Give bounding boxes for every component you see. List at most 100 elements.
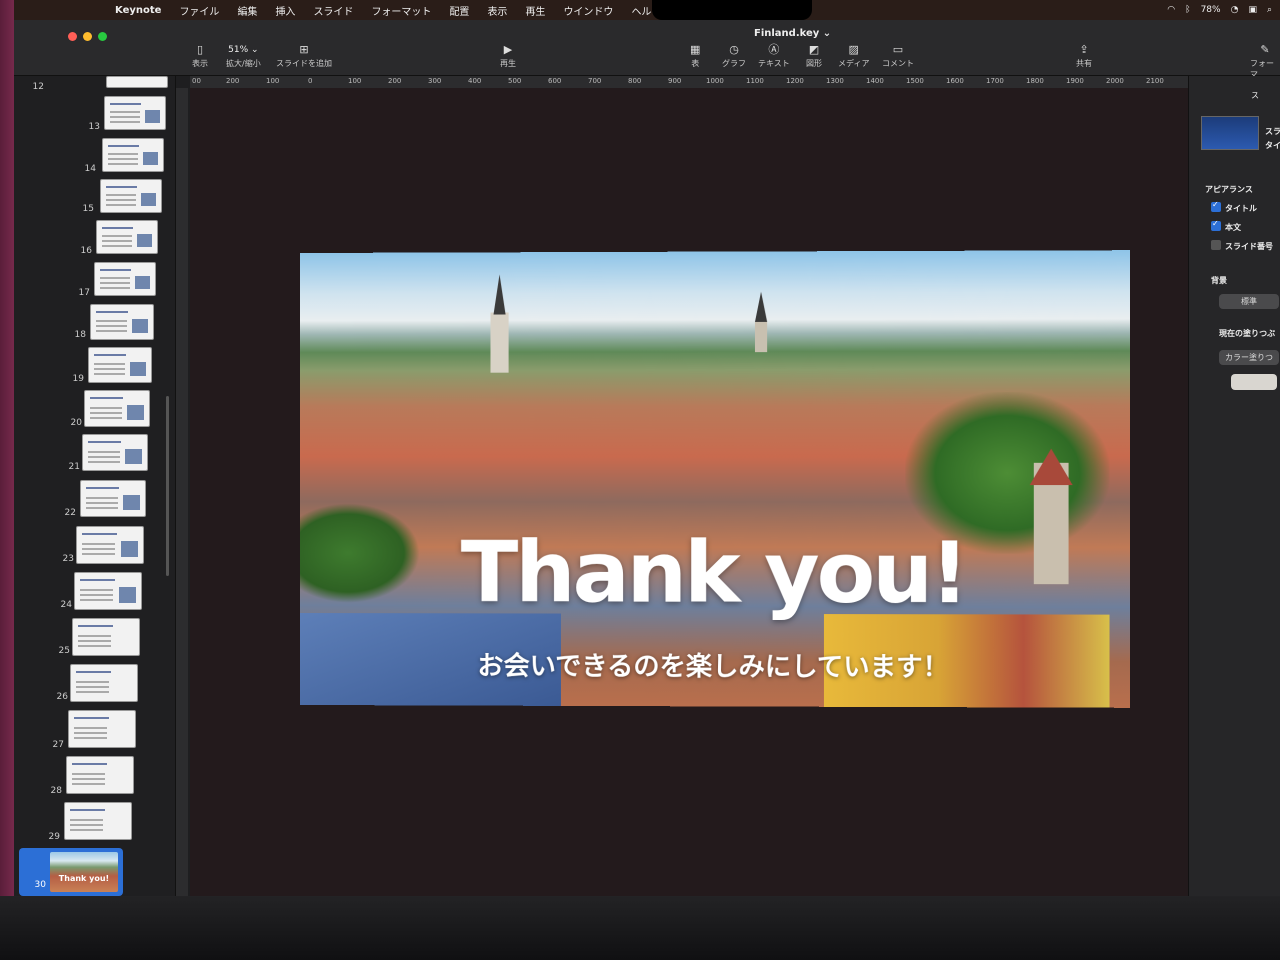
slide-number: 18: [74, 330, 86, 340]
slide-layout-name[interactable]: タイ: [1265, 140, 1280, 151]
screen: Keynote ファイル 編集 挿入 スライド フォーマット 配置 表示 再生 …: [14, 0, 1280, 896]
slide-number: 17: [78, 288, 90, 298]
slide-thumbnail-27[interactable]: [68, 710, 136, 748]
photo-tower-roof: [1029, 448, 1073, 486]
thumbnail-title: Thank you!: [58, 874, 110, 883]
slide-number: 23: [62, 554, 74, 564]
slide-number: 25: [58, 646, 70, 656]
slide-thumbnail-15[interactable]: [100, 179, 162, 213]
minimize-button[interactable]: [83, 32, 92, 41]
slide-number: 15: [82, 204, 94, 214]
slide-thumbnail-20[interactable]: [84, 390, 150, 427]
slide-number: 21: [68, 462, 80, 472]
horizontal-ruler: 00 200 100 0 100 200 300 400 500 600 700…: [190, 76, 1280, 88]
slide-number: 24: [60, 600, 72, 610]
slide-number: 27: [52, 740, 64, 750]
input-method-icon[interactable]: ▣: [1248, 5, 1257, 15]
zoom-menu[interactable]: 51% ⌄ 拡大/縮小: [226, 42, 261, 69]
slide-number-checkbox[interactable]: [1211, 240, 1221, 250]
body-checkbox[interactable]: [1211, 219, 1221, 231]
comment-button[interactable]: ▭ コメント: [882, 42, 914, 69]
slide-thumbnail-24[interactable]: [74, 572, 142, 610]
slide-thumbnail-23[interactable]: [76, 526, 144, 564]
slide-thumbnail-16[interactable]: [96, 220, 158, 254]
slide-thumbnail-18[interactable]: [90, 304, 154, 340]
slide-number: 26: [56, 692, 68, 702]
wifi-icon[interactable]: ◔: [1231, 5, 1239, 15]
slide-thumbnail-12[interactable]: [106, 76, 168, 88]
slide-number: 29: [48, 832, 60, 842]
menu-window[interactable]: ウインドウ: [563, 3, 613, 18]
menu-edit[interactable]: 編集: [237, 3, 257, 18]
slide-subtitle[interactable]: お会いできるのを楽しみにしています！: [300, 645, 1130, 685]
share-icon: ⇪: [1079, 43, 1089, 56]
chart-button[interactable]: ◷ グラフ: [722, 42, 746, 69]
selected-slide-number: 30: [34, 880, 46, 890]
appearance-heading: アピアランス: [1205, 185, 1253, 194]
slide-thumbnail-28[interactable]: [66, 756, 134, 794]
menu-slide[interactable]: スライド: [313, 3, 353, 18]
slide-number-checkbox-label: スライド番号: [1225, 242, 1273, 251]
slide-thumbnail-30[interactable]: Thank you!: [50, 852, 118, 892]
add-slide-button[interactable]: ⊞ スライドを追加: [276, 42, 332, 69]
control-icon[interactable]: ◠: [1167, 5, 1175, 15]
slide-thumbnail-14[interactable]: [102, 138, 164, 172]
document-title[interactable]: Finland.key ⌄: [754, 28, 831, 39]
play-icon: ▶: [503, 43, 513, 56]
play-button[interactable]: ▶ 再生: [500, 42, 516, 69]
bluetooth-icon[interactable]: ᛒ: [1185, 5, 1190, 15]
menu-app[interactable]: Keynote: [115, 5, 161, 16]
menu-insert[interactable]: 挿入: [275, 3, 295, 18]
slide-number: 22: [64, 508, 76, 518]
slide-number: 13: [88, 122, 100, 132]
navigator-scrollbar[interactable]: [166, 396, 169, 576]
menu-play[interactable]: 再生: [525, 3, 545, 18]
media-button[interactable]: ▨ メディア: [838, 42, 869, 69]
zoom-button[interactable]: [98, 32, 107, 41]
menu-arrange[interactable]: 配置: [449, 3, 469, 18]
slide-title[interactable]: Thank you!: [300, 523, 1130, 623]
slide-thumbnail-26[interactable]: [70, 664, 138, 702]
menu-format[interactable]: フォーマット: [371, 3, 431, 18]
slide-thumbnail-22[interactable]: [80, 480, 146, 517]
text-button[interactable]: Ⓐ テキスト: [758, 42, 790, 69]
fill-type-popup[interactable]: カラー塗りつ: [1219, 350, 1279, 365]
slide-canvas[interactable]: Thank you! お会いできるのを楽しみにしています！: [190, 88, 1188, 896]
menu-file[interactable]: ファイル: [179, 3, 219, 18]
format-button[interactable]: ✎ フォーマ: [1250, 42, 1280, 80]
close-button[interactable]: [68, 32, 77, 41]
menu-view[interactable]: 表示: [487, 3, 507, 18]
slide-number: 19: [72, 374, 84, 384]
table-icon: ▦: [690, 43, 701, 56]
background-style-button[interactable]: 標準: [1219, 294, 1279, 309]
toolbar: Finland.key ⌄ ▯ 表示 51% ⌄ 拡大/縮小 ⊞ スライドを追加…: [14, 20, 1280, 79]
slide-layout-label: スラ: [1265, 127, 1280, 136]
table-button[interactable]: ▦ 表: [690, 42, 700, 69]
slide-thumbnail-17[interactable]: [94, 262, 156, 296]
slide-number: 14: [84, 164, 96, 174]
slide-layout-thumbnail[interactable]: [1201, 116, 1259, 150]
view-button[interactable]: ▯ 表示: [192, 42, 208, 69]
slide-number: 12: [32, 82, 44, 92]
current-slide[interactable]: Thank you! お会いできるのを楽しみにしています！: [300, 250, 1131, 708]
camera-notch: [652, 0, 812, 20]
slide-thumbnail-19[interactable]: [88, 347, 152, 383]
plus-square-icon: ⊞: [299, 43, 309, 56]
slide-thumbnail-21[interactable]: [82, 434, 148, 471]
search-icon[interactable]: ⌕: [1267, 5, 1272, 15]
slide-thumbnail-29[interactable]: [64, 802, 132, 840]
title-checkbox[interactable]: [1211, 200, 1221, 212]
inspector-tab[interactable]: ス: [1251, 90, 1259, 101]
window-controls: [68, 32, 107, 41]
current-fill-heading: 現在の塗りつぶ: [1219, 329, 1276, 338]
color-well[interactable]: [1231, 374, 1277, 390]
sidebar-icon: ▯: [196, 43, 204, 56]
battery-percent[interactable]: 78%: [1201, 5, 1221, 15]
shape-button[interactable]: ◩ 図形: [806, 42, 822, 69]
slide-thumbnail-13[interactable]: [104, 96, 166, 130]
photo-church-tower: [754, 321, 768, 353]
menubar: Keynote ファイル 編集 挿入 スライド フォーマット 配置 表示 再生 …: [14, 0, 1280, 20]
slide-thumbnail-25[interactable]: [72, 618, 140, 656]
brush-icon: ✎: [1260, 43, 1270, 56]
share-button[interactable]: ⇪ 共有: [1076, 42, 1092, 69]
